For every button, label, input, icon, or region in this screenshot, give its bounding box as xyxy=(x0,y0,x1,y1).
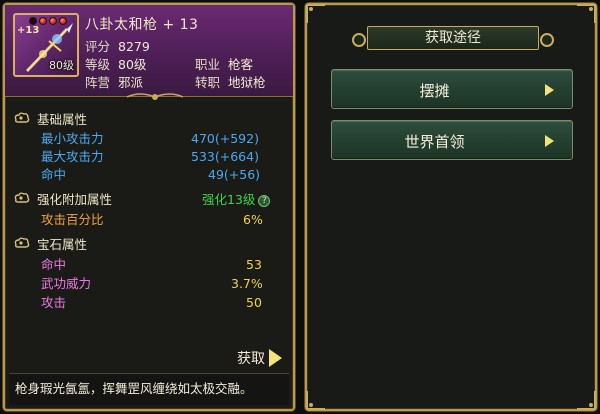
job-change-value: 地狱枪 xyxy=(228,75,266,90)
level-label: 等级 xyxy=(85,57,111,72)
faction-row: 阵营 邪派 xyxy=(85,72,143,91)
martial-power-label: 武功威力 xyxy=(41,276,92,291)
item-description: 枪身瑕光氤氲，挥舞罡风缠绕如太极交融。 xyxy=(9,373,289,405)
corner-ornament-icon xyxy=(577,391,596,410)
item-level-label: 80级 xyxy=(49,59,74,72)
hit-value: 49(+56) xyxy=(208,167,261,182)
obtain-label: 获取 xyxy=(237,351,265,367)
source-button-stall[interactable]: 摆摊 xyxy=(331,69,573,109)
source-panel-title: 获取途径 xyxy=(352,26,554,50)
item-icon-slot: +13 80级 xyxy=(13,13,79,77)
gem-attributes-title: 宝石属性 xyxy=(37,236,88,252)
cloud-swirl-icon xyxy=(14,112,30,123)
cloud-swirl-icon xyxy=(14,237,30,248)
item-header: +13 80级 八卦太和枪 + 13 评分 8279 等级 80级 职业 枪客 阵营邪… xyxy=(5,5,293,100)
min-attack-label: 最小攻击力 xyxy=(41,131,104,146)
class-value: 枪客 xyxy=(228,57,254,72)
gem-hit-value: 53 xyxy=(246,257,262,272)
class-row: 职业 枪客 xyxy=(195,54,253,73)
base-attributes-title: 基础属性 xyxy=(37,111,88,127)
source-button-label: 世界首领 xyxy=(404,133,465,151)
item-tooltip-panel: +13 80级 八卦太和枪 + 13 评分 8279 等级 80级 职业 枪客 阵营邪… xyxy=(3,3,295,411)
header-ornament-icon xyxy=(126,93,184,100)
play-arrow-icon xyxy=(269,349,282,367)
item-name: 八卦太和枪 + 13 xyxy=(85,17,199,33)
source-button-label: 摆摊 xyxy=(419,82,450,100)
arrow-right-icon xyxy=(545,135,554,147)
arrow-right-icon xyxy=(545,84,554,96)
base-attributes-header: 基础属性 xyxy=(13,109,87,127)
gem-attributes-header: 宝石属性 xyxy=(13,234,87,252)
attack-percent-value: 6% xyxy=(243,212,263,227)
enhance-attributes-title: 强化附加属性 xyxy=(37,191,113,207)
obtain-button[interactable]: 获取 xyxy=(237,348,282,368)
min-attack-value: 470(+592) xyxy=(191,131,259,146)
corner-ornament-icon xyxy=(577,4,596,23)
faction-label: 阵营 xyxy=(85,75,111,90)
level-value: 80级 xyxy=(118,57,147,72)
attack-percent-label: 攻击百分比 xyxy=(41,212,104,227)
class-label: 职业 xyxy=(195,57,221,72)
enhance-level-badge: 强化13级? xyxy=(202,191,271,209)
hit-label: 命中 xyxy=(41,167,67,182)
source-panel: 获取途径 摆摊 世界首领 xyxy=(305,3,597,411)
source-button-world-boss[interactable]: 世界首领 xyxy=(331,120,573,160)
enhance-attributes-header: 强化附加属性 xyxy=(13,189,112,207)
gem-attack-value: 50 xyxy=(246,295,262,310)
martial-power-value: 3.7% xyxy=(231,276,263,291)
help-icon[interactable]: ? xyxy=(258,194,271,207)
faction-value: 邪派 xyxy=(118,75,144,90)
score-value: 8279 xyxy=(118,39,150,54)
score-label: 评分 xyxy=(85,39,111,54)
corner-ornament-icon xyxy=(306,391,325,410)
corner-ornament-icon xyxy=(306,4,325,23)
gem-hit-label: 命中 xyxy=(41,257,67,272)
enhance-level-text: 强化13级 xyxy=(202,192,256,207)
max-attack-value: 533(+664) xyxy=(191,149,259,164)
score-row: 评分 8279 xyxy=(85,36,150,55)
level-row: 等级 80级 xyxy=(85,54,146,73)
gem-attack-label: 攻击 xyxy=(41,295,67,310)
cloud-swirl-icon xyxy=(14,192,30,203)
max-attack-label: 最大攻击力 xyxy=(41,149,104,164)
job-change-row: 转职 地狱枪 xyxy=(195,72,266,91)
job-change-label: 转职 xyxy=(195,75,221,90)
